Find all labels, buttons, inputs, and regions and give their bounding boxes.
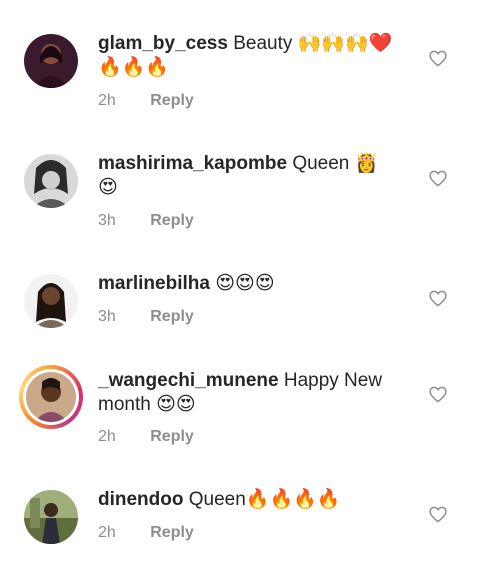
avatar[interactable] <box>24 490 78 544</box>
heart-outline-icon[interactable] <box>429 50 447 67</box>
comment-emojis: 🔥🔥🔥 <box>98 57 169 78</box>
comment-meta: 3h Reply <box>98 212 194 230</box>
comments-list: glam_by_cess Beauty 🙌🙌🙌❤️ 🔥🔥🔥 2h Reply m… <box>0 0 480 570</box>
comment-text: month <box>98 394 151 415</box>
reply-button[interactable]: Reply <box>150 92 194 109</box>
comment-text: Beauty <box>233 33 293 54</box>
comment-username[interactable]: _wangechi_munene <box>98 370 279 391</box>
comment-text: Queen <box>188 489 246 510</box>
avatar[interactable] <box>24 154 78 208</box>
comment-emojis: 🙌🙌🙌❤️ <box>297 33 393 54</box>
comment-timestamp: 2h <box>98 92 116 109</box>
comment-body: glam_by_cess Beauty 🙌🙌🙌❤️ 🔥🔥🔥 <box>98 32 418 80</box>
comment-username[interactable]: marlinebilha <box>98 273 210 294</box>
comment-meta: 2h Reply <box>98 92 194 110</box>
avatar-image <box>24 274 78 328</box>
comment-emojis: 👸 <box>354 153 379 174</box>
comment-username[interactable]: glam_by_cess <box>98 33 228 54</box>
avatar[interactable] <box>24 34 78 88</box>
comment-text: Happy New <box>283 370 383 391</box>
comment-body: marlinebilha 😍😍😍 <box>98 272 418 296</box>
reply-button[interactable]: Reply <box>150 212 194 229</box>
reply-button[interactable]: Reply <box>150 524 194 541</box>
comment-body: _wangechi_munene Happy New month 😍😍 <box>98 369 418 417</box>
avatar <box>23 369 79 425</box>
avatar[interactable] <box>24 274 78 328</box>
comment-meta: 2h Reply <box>98 524 194 542</box>
comment-username[interactable]: mashirima_kapombe <box>98 153 287 174</box>
comment-emojis: 😍😍😍 <box>215 273 275 294</box>
avatar-story-ring[interactable] <box>19 365 83 429</box>
heart-outline-icon[interactable] <box>429 170 447 187</box>
avatar-image <box>24 154 78 208</box>
avatar-image <box>24 34 78 88</box>
reply-button[interactable]: Reply <box>150 428 194 445</box>
heart-outline-icon[interactable] <box>429 386 447 403</box>
avatar-image <box>26 372 76 422</box>
comment-text: Queen <box>292 153 350 174</box>
avatar-image <box>24 490 78 544</box>
heart-outline-icon[interactable] <box>429 290 447 307</box>
reply-button[interactable]: Reply <box>150 308 194 325</box>
comment-timestamp: 2h <box>98 524 116 541</box>
heart-outline-icon[interactable] <box>429 506 447 523</box>
comment-body: dinendoo Queen🔥🔥🔥🔥 <box>98 488 418 512</box>
comment-username[interactable]: dinendoo <box>98 489 183 510</box>
comment-emojis: 😍 <box>98 177 118 198</box>
comment-body: mashirima_kapombe Queen 👸 😍 <box>98 152 418 200</box>
comment-emojis: 😍😍 <box>156 394 196 415</box>
comment-timestamp: 2h <box>98 428 116 445</box>
comment-emojis: 🔥🔥🔥🔥 <box>245 489 341 510</box>
comment-meta: 3h Reply <box>98 308 194 326</box>
comment-timestamp: 3h <box>98 212 116 229</box>
comment-timestamp: 3h <box>98 308 116 325</box>
comment-meta: 2h Reply <box>98 428 194 446</box>
